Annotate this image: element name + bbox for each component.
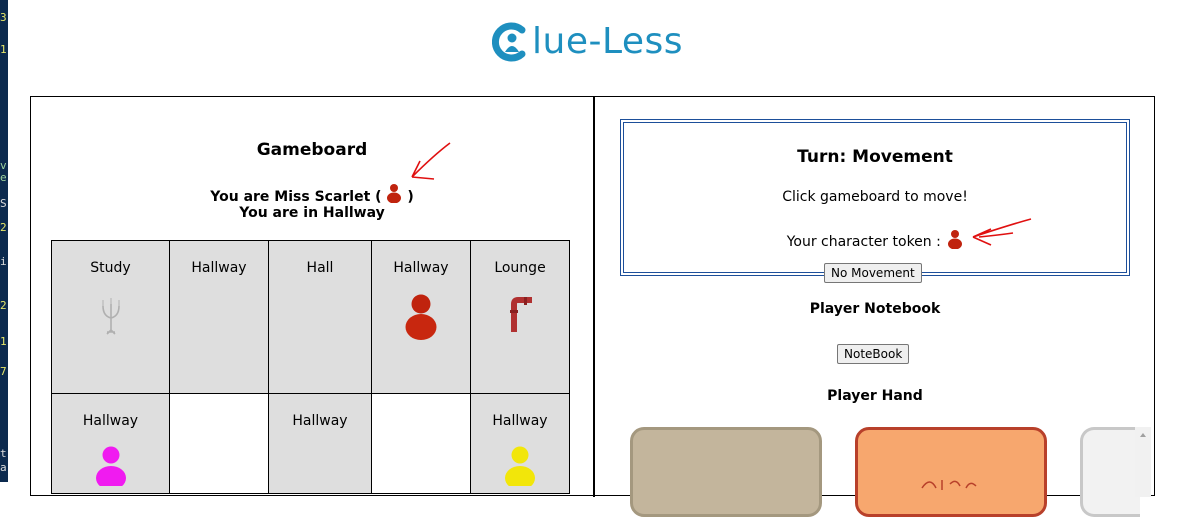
cell-label: Lounge (494, 260, 546, 276)
board-cell-empty (169, 393, 269, 494)
board-cell-hallway[interactable]: Hallway (371, 240, 471, 394)
board-row: Study Hallway Hall Hallway Lounge (51, 240, 570, 394)
board-cell-study[interactable]: Study (51, 240, 170, 394)
character-token-icon (948, 230, 963, 250)
board-cell-hallway[interactable]: Hallway (169, 240, 269, 394)
cell-label: Hallway (393, 260, 449, 276)
yellow-token-icon (505, 446, 535, 486)
gameboard-grid: Study Hallway Hall Hallway Lounge Hallwa… (51, 240, 570, 494)
annotation-arrow-icon (972, 218, 1032, 246)
miss-scarlet-token-icon (387, 184, 402, 204)
cell-label: Hallway (82, 413, 139, 429)
board-cell-hallway[interactable]: Hallway (470, 393, 570, 494)
board-cell-hallway[interactable]: Hallway (51, 393, 170, 494)
board-cell-lounge[interactable]: Lounge (470, 240, 570, 394)
panel-divider (593, 97, 595, 497)
hand-scrollbar[interactable] (1135, 427, 1151, 497)
cell-label: Hallway (492, 413, 548, 429)
candlestick-icon (101, 298, 120, 335)
main-frame: Gameboard You are Miss Scarlet ( ) You a… (30, 96, 1155, 517)
hand-card[interactable] (630, 427, 822, 517)
player-location: You are in Hallway (239, 205, 385, 221)
cell-label: Study (90, 260, 131, 276)
lead-pipe-icon (510, 297, 532, 332)
player-hand-title: Player Hand (827, 388, 923, 404)
character-token-row: Your character token : (624, 229, 1126, 250)
scroll-up-icon (1140, 433, 1146, 437)
card-art-icon (921, 480, 977, 490)
character-token-label: Your character token : (786, 234, 941, 250)
no-movement-button[interactable]: No Movement (824, 263, 922, 283)
annotation-arrow-icon (411, 142, 451, 180)
turn-panel: Turn: Movement Click gameboard to move! … (620, 119, 1130, 276)
board-cell-hall[interactable]: Hall (268, 240, 372, 394)
board-row: Hallway Hallway Hallway (51, 393, 570, 494)
background-terminal-strip: 3 1 v e S 2 i 2 1 7 t a (0, 0, 8, 482)
cell-label: Hallway (292, 413, 348, 429)
cell-label: Hallway (191, 260, 247, 276)
logo-text: lue-Less (532, 21, 684, 62)
board-cell-hallway[interactable]: Hallway (268, 393, 372, 494)
clue-less-logo: lue-Less (491, 20, 684, 64)
hand-card[interactable] (1080, 427, 1140, 517)
hand-card[interactable] (855, 427, 1047, 517)
turn-title: Turn: Movement (797, 147, 953, 167)
miss-scarlet-token-icon (405, 294, 437, 340)
logo-c-icon (491, 22, 530, 62)
notebook-button[interactable]: NoteBook (837, 344, 910, 364)
player-identity: You are Miss Scarlet ( ) (31, 183, 593, 205)
cell-label: Hall (306, 260, 334, 276)
gameboard-title: Gameboard (256, 140, 368, 160)
magenta-token-icon (95, 446, 126, 486)
board-cell-empty (371, 393, 471, 494)
player-notebook-title: Player Notebook (809, 301, 941, 317)
player-identity-prefix: You are Miss Scarlet ( (210, 189, 382, 205)
turn-message: Click gameboard to move! (782, 189, 968, 205)
player-identity-suffix: ) (407, 189, 414, 205)
